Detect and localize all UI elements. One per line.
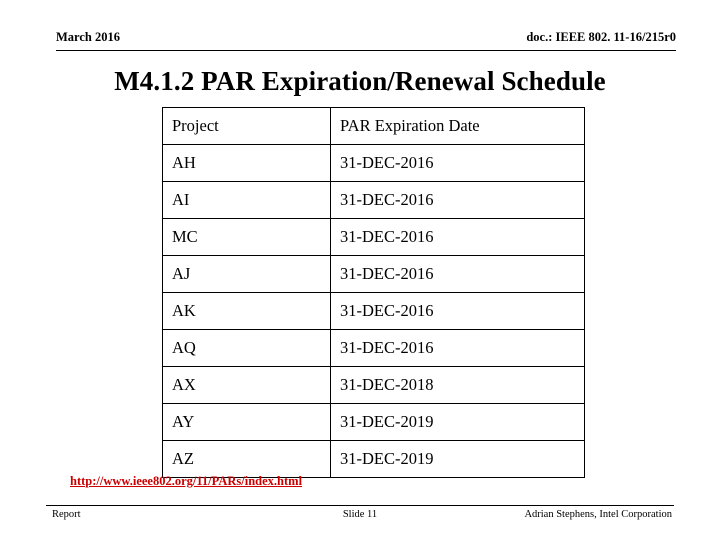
pars-index-link[interactable]: http://www.ieee802.org/11/PARs/index.htm… [70,474,302,489]
table-row: AJ 31-DEC-2016 [162,255,585,293]
cell-expiration-date: 31-DEC-2019 [330,440,585,478]
table-header-row: Project PAR Expiration Date [162,107,585,145]
slide-header: March 2016 doc.: IEEE 802. 11-16/215r0 [56,30,676,52]
footer-divider [46,505,674,506]
header-divider [56,50,676,51]
cell-expiration-date: 31-DEC-2016 [330,181,585,219]
column-header-par-expiration-date: PAR Expiration Date [330,107,585,145]
par-schedule-table-container: Project PAR Expiration Date AH 31-DEC-20… [162,107,585,478]
cell-expiration-date: 31-DEC-2019 [330,403,585,441]
cell-expiration-date: 31-DEC-2016 [330,255,585,293]
cell-project: AY [162,403,331,441]
footer-report-label: Report [52,509,81,520]
cell-project: AK [162,292,331,330]
cell-project: AZ [162,440,331,478]
table-row: AK 31-DEC-2016 [162,292,585,330]
cell-expiration-date: 31-DEC-2018 [330,366,585,404]
cell-expiration-date: 31-DEC-2016 [330,218,585,256]
par-schedule-table: Project PAR Expiration Date AH 31-DEC-20… [162,107,585,478]
table-row: AY 31-DEC-2019 [162,403,585,441]
cell-expiration-date: 31-DEC-2016 [330,292,585,330]
cell-project: MC [162,218,331,256]
table-row: AI 31-DEC-2016 [162,181,585,219]
cell-project: AH [162,144,331,182]
header-doc-number: doc.: IEEE 802. 11-16/215r0 [526,30,676,44]
table-row: AH 31-DEC-2016 [162,144,585,182]
table-row: AZ 31-DEC-2019 [162,440,585,478]
table-row: MC 31-DEC-2016 [162,218,585,256]
slide-footer: Slide 11 Report Adrian Stephens, Intel C… [46,509,674,527]
footer-author: Adrian Stephens, Intel Corporation [524,509,672,520]
cell-expiration-date: 31-DEC-2016 [330,144,585,182]
cell-expiration-date: 31-DEC-2016 [330,329,585,367]
table-row: AQ 31-DEC-2016 [162,329,585,367]
cell-project: AQ [162,329,331,367]
cell-project: AI [162,181,331,219]
table-row: AX 31-DEC-2018 [162,366,585,404]
cell-project: AX [162,366,331,404]
header-date: March 2016 [56,30,120,44]
page-title: M4.1.2 PAR Expiration/Renewal Schedule [114,66,606,96]
column-header-project: Project [162,107,331,145]
cell-project: AJ [162,255,331,293]
slide: March 2016 doc.: IEEE 802. 11-16/215r0 M… [0,0,720,540]
